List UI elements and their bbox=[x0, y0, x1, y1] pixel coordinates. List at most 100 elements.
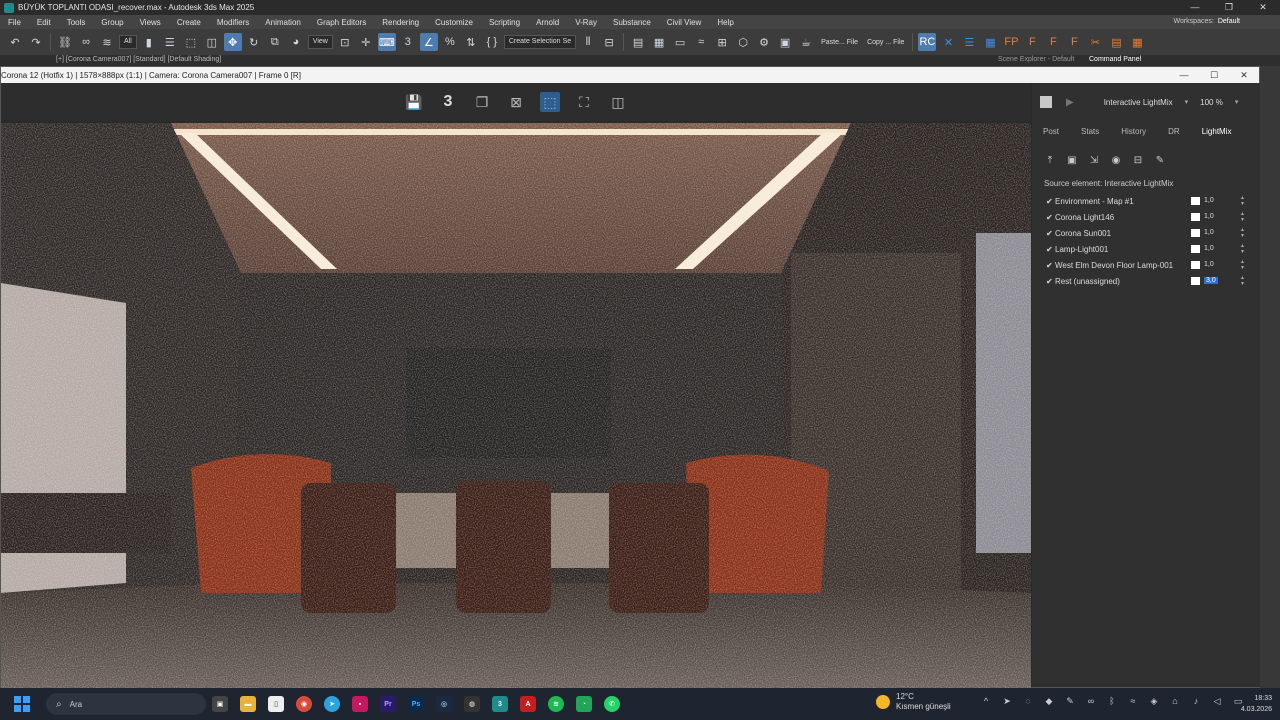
spinner-icon[interactable]: ▲ ▼ bbox=[1240, 227, 1245, 239]
intensity-input[interactable]: 1,0 bbox=[1203, 212, 1239, 222]
eye-icon[interactable]: ◉ bbox=[1110, 155, 1122, 166]
file-explorer-icon[interactable]: ▬ bbox=[240, 696, 256, 712]
named-selection-dropdown[interactable]: Create Selection Se bbox=[503, 35, 577, 49]
tray-wifi-icon[interactable]: ≈ bbox=[1127, 696, 1139, 707]
corona-grid-icon[interactable]: ▦ bbox=[981, 33, 999, 51]
menu-help[interactable]: Help bbox=[709, 18, 741, 27]
forest-pack-icon[interactable]: FP bbox=[1002, 33, 1020, 51]
list-item[interactable]: ✔ Corona Light146 1,0 ▲ ▼ bbox=[1046, 209, 1251, 225]
window-crossing-icon[interactable]: ◫ bbox=[203, 33, 221, 51]
chevron-down-icon[interactable]: ▾ bbox=[1235, 98, 1239, 106]
vfb-close-button[interactable]: ✕ bbox=[1229, 67, 1259, 83]
railclone-icon[interactable]: F bbox=[1065, 33, 1083, 51]
itoo-tools-icon[interactable]: ✂ bbox=[1086, 33, 1104, 51]
color-swatch[interactable] bbox=[1191, 213, 1200, 221]
link-icon[interactable]: ⛓ bbox=[56, 33, 74, 51]
select-rotate-icon[interactable]: ↻ bbox=[245, 33, 263, 51]
schematic-view-icon[interactable]: ⊞ bbox=[713, 33, 731, 51]
tray-app-icon[interactable]: ◆ bbox=[1043, 696, 1055, 707]
tab-history[interactable]: History bbox=[1110, 127, 1157, 141]
itoo-settings-icon[interactable]: ▦ bbox=[1128, 33, 1146, 51]
menu-create[interactable]: Create bbox=[169, 18, 209, 27]
menu-views[interactable]: Views bbox=[132, 18, 169, 27]
pivot-center-icon[interactable]: ⊡ bbox=[336, 33, 354, 51]
bluetooth-icon[interactable]: ᛒ bbox=[1106, 696, 1118, 707]
select-move-icon[interactable]: ✥ bbox=[223, 33, 242, 51]
menu-civil-view[interactable]: Civil View bbox=[659, 18, 710, 27]
align-icon[interactable]: ⊟ bbox=[600, 33, 618, 51]
taskbar-clock[interactable]: 18:33 4.03.2026 bbox=[1241, 693, 1272, 715]
curve-editor-icon[interactable]: ≈ bbox=[692, 33, 710, 51]
windows-start-icon[interactable] bbox=[14, 696, 30, 712]
menu-arnold[interactable]: Arnold bbox=[528, 18, 567, 27]
spinner-icon[interactable]: ▲ ▼ bbox=[1240, 275, 1245, 287]
keyboard-shortcut-override-icon[interactable]: ⌨ bbox=[377, 33, 396, 51]
paste-file-button[interactable]: Paste... File bbox=[818, 39, 861, 46]
checkbox-icon[interactable]: ✔ bbox=[1046, 245, 1055, 254]
tab-lightmix[interactable]: LightMix bbox=[1191, 127, 1243, 141]
chevron-down-icon[interactable]: ▾ bbox=[1185, 98, 1189, 106]
vfb-maximize-button[interactable]: ☐ bbox=[1199, 67, 1229, 83]
premiere-icon[interactable]: Pr bbox=[380, 696, 396, 712]
tab-stats[interactable]: Stats bbox=[1070, 127, 1110, 141]
tray-shield-icon[interactable]: ◈ bbox=[1148, 696, 1160, 707]
intensity-input[interactable]: 3,0 bbox=[1203, 276, 1239, 286]
ribbon-toggle-icon[interactable]: ▭ bbox=[671, 33, 689, 51]
spinner-snap-icon[interactable]: ⇅ bbox=[462, 33, 480, 51]
tab-post[interactable]: Post bbox=[1032, 127, 1070, 141]
rendered-frame-window-icon[interactable]: ▣ bbox=[776, 33, 794, 51]
reference-coordinate-dropdown[interactable]: View bbox=[307, 35, 333, 49]
menu-substance[interactable]: Substance bbox=[605, 18, 659, 27]
angle-snap-icon[interactable]: ∠ bbox=[419, 33, 438, 51]
close-button[interactable]: ✕ bbox=[1246, 0, 1280, 15]
load-icon[interactable]: ⤒ bbox=[1044, 155, 1056, 166]
mirror-icon[interactable]: ⫴ bbox=[579, 33, 597, 51]
forest-pack-lite-icon[interactable]: F bbox=[1044, 33, 1062, 51]
volume-icon[interactable]: ◁ bbox=[1211, 696, 1223, 707]
snaps-toggle-icon[interactable]: 3 bbox=[399, 33, 417, 51]
corona-rc-icon[interactable]: RC bbox=[918, 33, 937, 51]
copy-file-button[interactable]: Copy ... File bbox=[864, 39, 907, 46]
checkbox-icon[interactable]: ✔ bbox=[1046, 277, 1055, 286]
spinner-icon[interactable]: ▲ ▼ bbox=[1240, 211, 1245, 223]
region-render-icon[interactable]: ⬚ bbox=[540, 92, 560, 112]
menu-animation[interactable]: Animation bbox=[257, 18, 309, 27]
command-panel-edge[interactable] bbox=[1260, 66, 1280, 688]
menu-scripting[interactable]: Scripting bbox=[481, 18, 528, 27]
intensity-input[interactable]: 1,0 bbox=[1203, 244, 1239, 254]
save-icon[interactable]: ▣ bbox=[1066, 155, 1078, 166]
layer-explorer-icon[interactable]: ▦ bbox=[650, 33, 668, 51]
menu-tools[interactable]: Tools bbox=[59, 18, 94, 27]
intensity-input[interactable]: 1,0 bbox=[1203, 228, 1239, 238]
checkbox-icon[interactable]: ✔ bbox=[1046, 229, 1055, 238]
task-view-icon[interactable]: ▣ bbox=[212, 696, 228, 712]
scene-explorer-icon[interactable]: ▤ bbox=[629, 33, 647, 51]
spinner-icon[interactable]: ▲ ▼ bbox=[1240, 195, 1245, 207]
spinner-icon[interactable]: ▲ ▼ bbox=[1240, 259, 1245, 271]
corona-list-icon[interactable]: ☰ bbox=[960, 33, 978, 51]
selection-filter-dropdown[interactable]: All bbox=[119, 35, 137, 49]
percent-snap-icon[interactable]: % bbox=[441, 33, 459, 51]
list-item[interactable]: ✔ Corona Sun001 1,0 ▲ ▼ bbox=[1046, 225, 1251, 241]
copy-to-clipboard-icon[interactable]: ❐ bbox=[472, 92, 492, 112]
select-place-icon[interactable]: ◕ bbox=[287, 33, 305, 51]
redo-icon[interactable]: ↷ bbox=[27, 33, 45, 51]
fit-to-window-icon[interactable]: ⛶ bbox=[574, 92, 594, 112]
color-swatch[interactable] bbox=[1191, 229, 1200, 237]
menu-modifiers[interactable]: Modifiers bbox=[209, 18, 257, 27]
telegram-icon[interactable]: ➤ bbox=[324, 696, 340, 712]
menu-graph-editors[interactable]: Graph Editors bbox=[309, 18, 374, 27]
list-item[interactable]: ✔ West Elm Devon Floor Lamp-001 1,0 ▲ ▼ bbox=[1046, 257, 1251, 273]
chrome-icon[interactable]: ◉ bbox=[296, 696, 312, 712]
play-icon[interactable]: ▶ bbox=[1066, 97, 1074, 108]
corona-tools-icon[interactable]: ✕ bbox=[939, 33, 957, 51]
menu-customize[interactable]: Customize bbox=[427, 18, 481, 27]
tab-dr[interactable]: DR bbox=[1157, 127, 1191, 141]
spotify-icon[interactable]: ≋ bbox=[548, 696, 564, 712]
whatsapp-icon[interactable]: ✆ bbox=[604, 696, 620, 712]
minimize-button[interactable]: — bbox=[1178, 0, 1212, 15]
save-image-icon[interactable]: 💾 bbox=[404, 92, 424, 112]
menu-rendering[interactable]: Rendering bbox=[374, 18, 427, 27]
viewport-label[interactable]: [+] [Corona Camera007] [Standard] [Defau… bbox=[56, 56, 221, 63]
forest-scatter-icon[interactable]: F bbox=[1023, 33, 1041, 51]
